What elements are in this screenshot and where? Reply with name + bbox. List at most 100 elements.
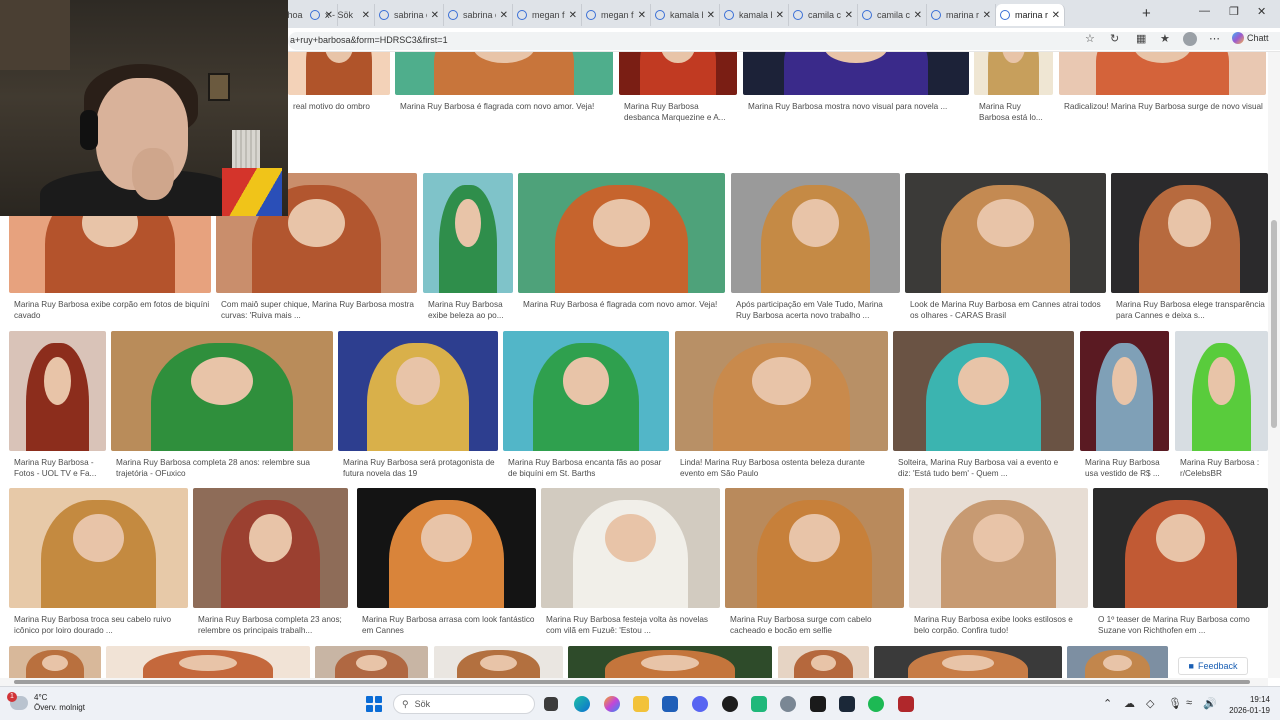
close-tab-icon[interactable]: ✕ (707, 10, 715, 21)
more-menu-icon[interactable]: ⋯ (1209, 32, 1220, 48)
github-icon[interactable] (722, 696, 738, 712)
taskbar-search[interactable]: ⚲ Sök (393, 694, 535, 714)
close-tab-icon[interactable]: ✕ (1052, 10, 1060, 21)
app-red-shield-icon[interactable] (898, 696, 914, 712)
close-tab-icon[interactable]: ✕ (431, 10, 439, 21)
spotify-icon[interactable] (868, 696, 884, 712)
feedback-button[interactable]: ■ Feedback (1178, 657, 1248, 675)
image-result-thumbnail[interactable] (731, 173, 900, 293)
image-result-thumbnail[interactable] (503, 331, 669, 451)
weather-widget[interactable]: 1 4°C Överv. molnigt (7, 692, 85, 713)
image-result-caption[interactable]: Look de Marina Ruy Barbosa em Cannes atr… (910, 299, 1105, 322)
image-result-thumbnail[interactable] (9, 331, 106, 451)
steam-icon[interactable] (839, 696, 855, 712)
image-result-caption[interactable]: Marina Ruy Barbosa festeja volta às nove… (546, 614, 719, 637)
discord-icon[interactable] (692, 696, 708, 712)
browser-tab[interactable]: megan f ✕ (513, 4, 582, 26)
profile-icon[interactable] (1183, 32, 1197, 48)
image-result-caption[interactable]: Marina Ruy Barbosa usa vestido de R$ ... (1085, 457, 1168, 480)
close-window-button[interactable]: ✕ (1257, 5, 1266, 18)
image-result-caption[interactable]: Marina Ruy Barbosa exibe corpão em fotos… (14, 299, 210, 322)
image-result-thumbnail[interactable] (541, 488, 720, 608)
image-result-thumbnail[interactable] (434, 646, 563, 678)
image-result-thumbnail[interactable] (106, 646, 310, 678)
image-result-caption[interactable]: Linda! Marina Ruy Barbosa ostenta beleza… (680, 457, 887, 480)
image-result-thumbnail[interactable] (1080, 331, 1169, 451)
image-result-caption[interactable]: real motivo do ombro (293, 101, 389, 124)
image-result-caption[interactable]: Marina Ruy Barbosa elege transparência p… (1116, 299, 1267, 322)
image-result-thumbnail[interactable] (1111, 173, 1268, 293)
image-result-caption[interactable]: Solteira, Marina Ruy Barbosa vai a event… (898, 457, 1073, 480)
edge-browser-icon[interactable] (574, 696, 590, 712)
image-result-thumbnail[interactable] (909, 488, 1088, 608)
browser-tab[interactable]: marina r ✕ (996, 4, 1065, 26)
image-result-thumbnail[interactable] (111, 331, 333, 451)
image-result-caption[interactable]: Marina Ruy Barbosa mostra novo visual pa… (748, 101, 968, 124)
maximize-button[interactable]: ❐ (1229, 5, 1239, 18)
image-result-caption[interactable]: Marina Ruy Barbosa completa 23 anos; rel… (198, 614, 347, 637)
browser-tab[interactable]: x - Sök ✕ (306, 4, 375, 26)
taskbar-clock[interactable]: 19:14 2026-01-19 (1212, 694, 1270, 716)
refresh-icon[interactable]: ↻ (1110, 32, 1119, 48)
image-result-thumbnail[interactable] (423, 173, 513, 293)
close-tab-icon[interactable]: ✕ (569, 10, 577, 21)
image-result-thumbnail[interactable] (315, 646, 428, 678)
image-result-caption[interactable]: Marina Ruy Barbosa será protagonista de … (343, 457, 497, 480)
app-green-icon[interactable] (751, 696, 767, 712)
image-result-thumbnail[interactable] (9, 646, 101, 678)
image-result-thumbnail[interactable] (193, 488, 348, 608)
minimize-button[interactable]: — (1199, 5, 1210, 17)
vertical-scroll-thumb[interactable] (1271, 220, 1277, 428)
image-result-caption[interactable]: Marina Ruy Barbosa completa 28 anos: rel… (116, 457, 332, 480)
copilot-app-icon[interactable] (604, 696, 620, 712)
image-result-thumbnail[interactable] (288, 52, 390, 95)
extensions-icon[interactable]: ▦ (1136, 32, 1146, 48)
image-result-thumbnail[interactable] (893, 331, 1074, 451)
browser-tab[interactable]: sabrina c ✕ (444, 4, 513, 26)
image-result-caption[interactable]: Marina Ruy Barbosa exibe beleza ao po... (428, 299, 512, 322)
close-tab-icon[interactable]: ✕ (983, 10, 991, 21)
browser-tab[interactable]: sabrina c ✕ (375, 4, 444, 26)
terminal-icon[interactable] (810, 696, 826, 712)
start-button[interactable] (366, 696, 382, 712)
image-result-thumbnail[interactable] (1093, 488, 1268, 608)
favorite-star-icon[interactable]: ☆ (1085, 32, 1095, 48)
image-result-caption[interactable]: Marina Ruy Barbosa é flagrada com novo a… (400, 101, 612, 124)
close-tab-icon[interactable]: ✕ (845, 10, 853, 21)
close-tab-icon[interactable]: ✕ (776, 10, 784, 21)
chevron-up-icon[interactable]: ⌃ (1103, 697, 1112, 710)
new-tab-button[interactable]: + (1142, 5, 1151, 22)
horizontal-scrollbar[interactable] (0, 678, 1268, 686)
horizontal-scroll-thumb[interactable] (14, 680, 1250, 684)
image-result-caption[interactable]: Marina Ruy Barbosa : r/CelebsBR (1180, 457, 1267, 480)
browser-tab[interactable]: marina r ✕ (927, 4, 996, 26)
image-result-thumbnail[interactable] (9, 488, 188, 608)
image-result-caption[interactable]: Marina Ruy Barbosa surge com cabelo cach… (730, 614, 903, 637)
close-tab-icon[interactable]: ✕ (500, 10, 508, 21)
close-tab-icon[interactable]: ✕ (362, 10, 370, 21)
image-result-thumbnail[interactable] (743, 52, 969, 95)
image-result-thumbnail[interactable] (619, 52, 737, 95)
image-result-thumbnail[interactable] (974, 52, 1053, 95)
image-result-caption[interactable]: Marina Ruy Barbosa está lo... (979, 101, 1052, 124)
image-result-caption[interactable]: Com maiô super chique, Marina Ruy Barbos… (221, 299, 416, 322)
favorites-icon[interactable]: ★ (1160, 32, 1170, 48)
image-result-thumbnail[interactable] (357, 488, 536, 608)
network-tray-icon[interactable]: ◇ (1146, 697, 1154, 710)
browser-tab[interactable]: kamala h ✕ (720, 4, 789, 26)
image-result-thumbnail[interactable] (725, 488, 904, 608)
store-icon[interactable] (662, 696, 678, 712)
file-explorer-icon[interactable] (633, 696, 649, 712)
image-result-thumbnail[interactable] (905, 173, 1106, 293)
image-result-thumbnail[interactable] (518, 173, 725, 293)
copilot-button[interactable]: Chatt (1232, 32, 1269, 44)
vertical-scrollbar[interactable] (1268, 52, 1280, 678)
browser-tab[interactable]: megan f ✕ (582, 4, 651, 26)
image-result-thumbnail[interactable] (778, 646, 869, 678)
image-result-caption[interactable]: Marina Ruy Barbosa - Fotos - UOL TV e Fa… (14, 457, 105, 480)
close-tab-icon[interactable]: ✕ (638, 10, 646, 21)
browser-tab[interactable]: camila c ✕ (789, 4, 858, 26)
image-result-caption[interactable]: Marina Ruy Barbosa troca seu cabelo ruiv… (14, 614, 187, 637)
task-view-icon[interactable] (544, 697, 558, 711)
browser-tab[interactable]: camila c ✕ (858, 4, 927, 26)
